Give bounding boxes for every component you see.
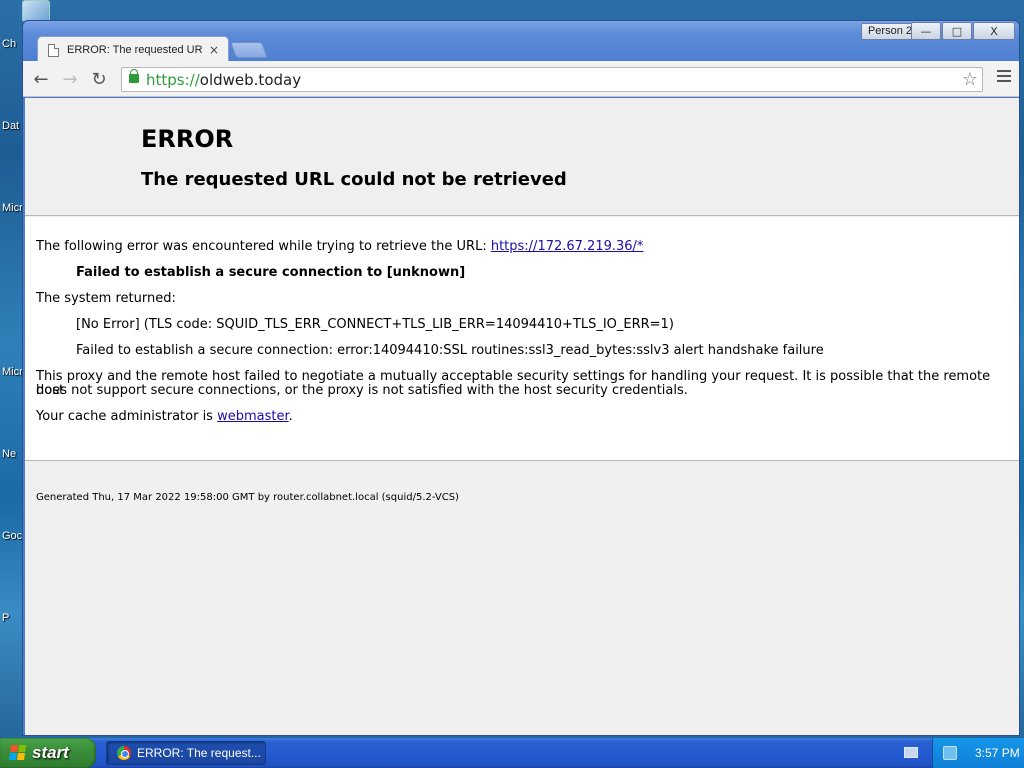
taskbar-item-label: ERROR: The request... bbox=[137, 746, 261, 760]
tls-code: [No Error] (TLS code: SQUID_TLS_ERR_CONN… bbox=[76, 317, 674, 332]
back-button[interactable]: ← bbox=[29, 68, 53, 90]
minimize-button[interactable]: — bbox=[911, 22, 941, 40]
error-message: Failed to establish a secure connection … bbox=[76, 265, 466, 280]
browser-window: Person 2 — □ X ERROR: The requested URL … bbox=[22, 20, 1020, 736]
url-host: oldweb.today bbox=[199, 71, 302, 89]
star-icon[interactable]: ☆ bbox=[962, 69, 978, 90]
desktop-icon-label[interactable]: Dat bbox=[0, 120, 22, 132]
desktop-icon-label[interactable]: Ch bbox=[0, 38, 22, 50]
address-bar[interactable]: https://oldweb.today ☆ bbox=[121, 67, 983, 92]
page-icon bbox=[48, 43, 59, 57]
maximize-button[interactable]: □ bbox=[942, 22, 972, 40]
page-subtitle: The requested URL could not be retrieved bbox=[141, 169, 567, 190]
toolbar: ← → ↻ https://oldweb.today ☆ bbox=[23, 61, 1019, 97]
admin-paragraph: Your cache administrator is webmaster. bbox=[36, 410, 293, 424]
tab-title: ERROR: The requested URL bbox=[67, 44, 203, 56]
intro-text: The following error was encountered whil… bbox=[36, 239, 491, 254]
start-label: start bbox=[32, 743, 69, 762]
taskbar: start ERROR: The request... 3:57 PM bbox=[0, 738, 1024, 768]
admin-prefix: Your cache administrator is bbox=[36, 409, 218, 424]
windows-flag-icon bbox=[9, 745, 27, 761]
tab-active[interactable]: ERROR: The requested URL × bbox=[37, 36, 229, 63]
webmaster-link[interactable]: webmaster bbox=[217, 409, 289, 424]
menu-icon[interactable] bbox=[997, 70, 1011, 84]
clock[interactable]: 3:57 PM bbox=[975, 746, 1020, 760]
admin-suffix: . bbox=[288, 409, 293, 424]
page-content: ERROR The requested URL could not be ret… bbox=[25, 98, 1019, 735]
window-controls: — □ X bbox=[910, 22, 1015, 40]
intro-paragraph: The following error was encountered whil… bbox=[36, 240, 643, 254]
url-text[interactable]: https://oldweb.today bbox=[146, 71, 301, 89]
desktop-icon-label[interactable]: P bbox=[0, 612, 22, 624]
ssl-error: Failed to establish a secure connection:… bbox=[76, 343, 824, 358]
forward-button[interactable]: → bbox=[58, 68, 82, 90]
error-header: ERROR The requested URL could not be ret… bbox=[25, 98, 1019, 216]
taskbar-item-browser[interactable]: ERROR: The request... bbox=[106, 741, 266, 765]
network-icon[interactable] bbox=[943, 746, 957, 760]
desktop-shortcut-icon[interactable] bbox=[22, 0, 50, 22]
chrome-icon bbox=[117, 746, 131, 760]
footer-text: Generated Thu, 17 Mar 2022 19:58:00 GMT … bbox=[36, 492, 459, 503]
keyboard-icon[interactable] bbox=[904, 747, 918, 758]
desktop-icon-label[interactable]: Goc bbox=[0, 530, 22, 542]
reload-button[interactable]: ↻ bbox=[87, 68, 111, 90]
tab-close-icon[interactable]: × bbox=[209, 43, 219, 57]
start-button[interactable]: start bbox=[0, 738, 96, 768]
error-body: The following error was encountered whil… bbox=[25, 217, 1019, 461]
lock-icon[interactable] bbox=[129, 69, 139, 83]
desktop-icon-label[interactable]: Micr bbox=[0, 366, 22, 378]
page-title: ERROR bbox=[141, 125, 234, 153]
explanation-line-2: does not support secure connections, or … bbox=[36, 383, 688, 398]
title-bar[interactable]: Person 2 — □ X ERROR: The requested URL … bbox=[23, 21, 1019, 63]
close-button[interactable]: X bbox=[973, 22, 1015, 40]
url-scheme: https:// bbox=[146, 71, 200, 89]
new-tab-button[interactable] bbox=[230, 42, 268, 58]
system-tray: 3:57 PM bbox=[932, 738, 1024, 768]
requested-url-link[interactable]: https://172.67.219.36/* bbox=[491, 239, 644, 254]
system-returned-label: The system returned: bbox=[36, 291, 176, 306]
desktop-icon-label[interactable]: Ne bbox=[0, 448, 22, 460]
desktop-icon-label[interactable]: Micr bbox=[0, 202, 22, 214]
